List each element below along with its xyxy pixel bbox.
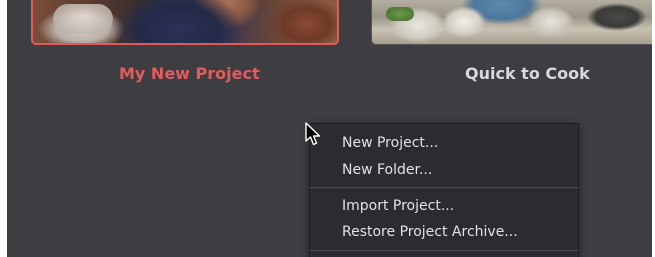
project-title-my-new-project[interactable]: My New Project bbox=[119, 64, 260, 83]
menu-divider bbox=[310, 187, 578, 188]
project-title-quick-to-cook[interactable]: Quick to Cook bbox=[465, 64, 590, 83]
menu-item-restore-project-archive[interactable]: Restore Project Archive... bbox=[342, 224, 518, 240]
thumbnail-image-content bbox=[53, 4, 113, 34]
menu-divider bbox=[310, 250, 578, 251]
menu-item-new-folder[interactable]: New Folder... bbox=[342, 162, 432, 178]
project-thumbnail-my-new-project[interactable] bbox=[31, 0, 339, 45]
menu-item-import-project[interactable]: Import Project... bbox=[342, 198, 454, 214]
menu-item-new-project[interactable]: New Project... bbox=[342, 135, 438, 151]
project-manager-window: My New Project Quick to Cook New Project… bbox=[0, 0, 655, 257]
project-browser-panel[interactable]: My New Project Quick to Cook New Project… bbox=[7, 0, 652, 257]
project-thumbnail-quick-to-cook[interactable] bbox=[371, 0, 652, 45]
context-menu: New Project... New Folder... Import Proj… bbox=[309, 123, 579, 257]
arrow-cursor-icon bbox=[305, 122, 321, 146]
thumbnail-image-content bbox=[386, 7, 414, 21]
